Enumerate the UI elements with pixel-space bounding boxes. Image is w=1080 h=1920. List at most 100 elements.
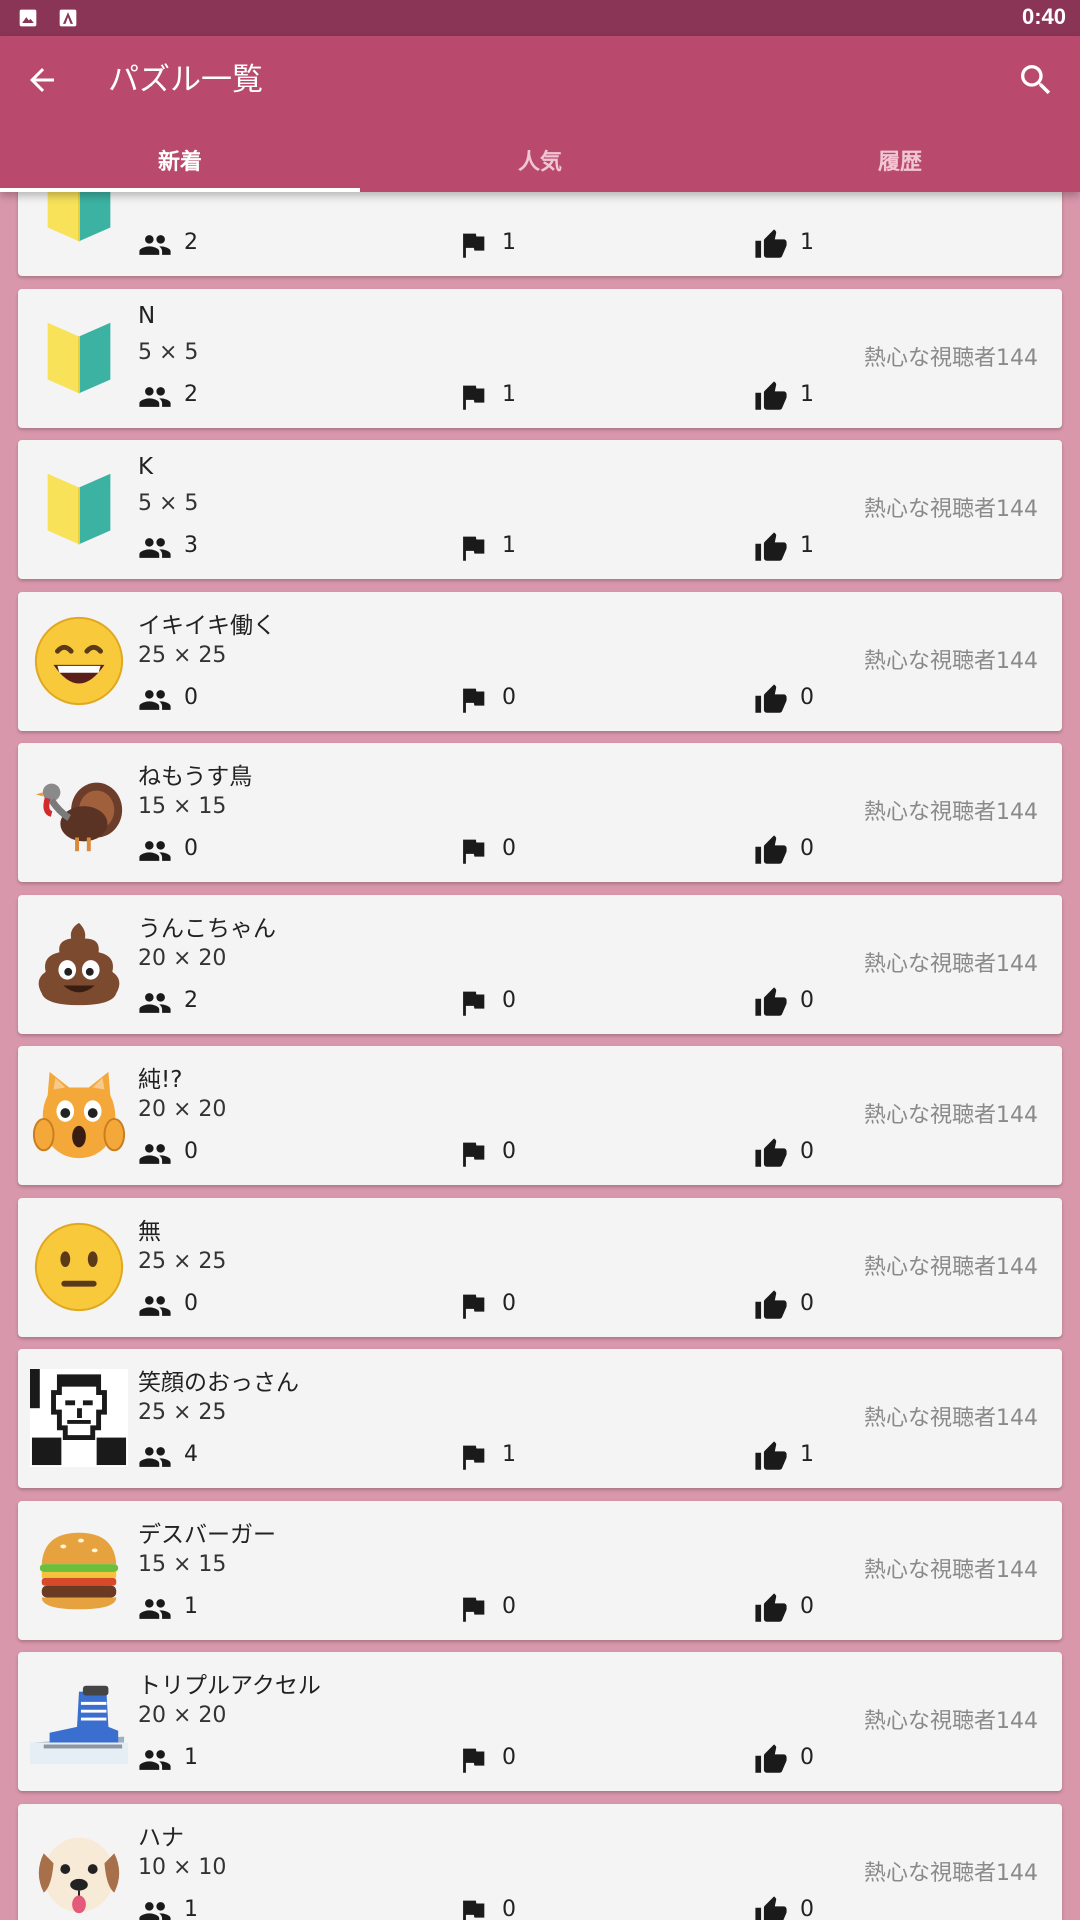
puzzle-card[interactable]: イキイキ働く 25 × 25 熱心な視聴者144 0 0 0 — [18, 592, 1062, 731]
tab-history[interactable]: 履歴 — [720, 132, 1080, 192]
likes-count: 0 — [800, 685, 814, 710]
puzzle-card[interactable]: うんこちゃん 20 × 20 熱心な視聴者144 2 0 0 — [18, 895, 1062, 1034]
puzzle-card[interactable]: 純!? 20 × 20 熱心な視聴者144 0 0 0 — [18, 1046, 1062, 1185]
beginner-mark-icon — [30, 460, 128, 558]
people-icon — [139, 1902, 171, 1920]
people-icon — [139, 1144, 171, 1164]
app-bar: パズル一覧 新着 人気 履歴 — [0, 36, 1080, 192]
likes-count: 0 — [800, 1291, 814, 1316]
players-count: 1 — [184, 1897, 198, 1920]
players-count: 1 — [184, 1745, 198, 1770]
puzzle-card[interactable]: ハナ 10 × 10 熱心な視聴者144 1 0 0 — [18, 1804, 1062, 1920]
thumb-up-icon — [755, 1138, 787, 1167]
thumb-up-icon — [755, 1290, 787, 1319]
clears-count: 0 — [502, 1291, 516, 1316]
likes-count: 0 — [800, 836, 814, 861]
image-notification-icon — [19, 9, 37, 27]
puzzle-size: 20 × 20 — [138, 1703, 227, 1728]
thumb-up-icon — [755, 1744, 787, 1773]
puzzle-card[interactable]: 2 1 1 — [18, 192, 1062, 276]
players-count: 2 — [184, 988, 198, 1013]
turkey-icon — [30, 763, 128, 861]
players-count: 0 — [184, 836, 198, 861]
puzzle-size: 15 × 15 — [138, 1552, 227, 1577]
clears-count: 1 — [502, 230, 516, 255]
clears-count: 1 — [502, 1442, 516, 1467]
flag-icon — [463, 1748, 485, 1773]
people-icon — [139, 690, 171, 710]
likes-count: 1 — [800, 1442, 814, 1467]
neutral-face-icon — [30, 1218, 128, 1316]
flag-icon — [463, 1294, 485, 1319]
puzzle-card[interactable]: N 5 × 5 熱心な視聴者144 2 1 1 — [18, 289, 1062, 428]
likes-count: 1 — [800, 230, 814, 255]
search-icon[interactable] — [1016, 60, 1056, 100]
flag-icon — [463, 1142, 485, 1167]
puzzle-title: ねもうす鳥 — [138, 764, 253, 790]
hamburger-icon — [30, 1521, 128, 1619]
tab-bar: 新着 人気 履歴 — [0, 132, 1080, 192]
tab-popular[interactable]: 人気 — [360, 132, 720, 192]
flag-icon — [463, 536, 485, 561]
puzzle-card[interactable]: トリプルアクセル 20 × 20 熱心な視聴者144 1 0 0 — [18, 1652, 1062, 1791]
clears-count: 0 — [502, 1745, 516, 1770]
people-icon — [139, 841, 171, 861]
thumb-up-icon — [755, 1441, 787, 1470]
people-icon — [139, 538, 171, 558]
clears-count: 0 — [502, 1897, 516, 1920]
puzzle-title: イキイキ働く — [138, 613, 276, 639]
puzzle-title: うんこちゃん — [138, 916, 276, 942]
likes-count: 0 — [800, 1139, 814, 1164]
flag-icon — [463, 233, 485, 258]
puzzle-size: 25 × 25 — [138, 1249, 227, 1274]
flag-icon — [463, 839, 485, 864]
clears-count: 0 — [502, 685, 516, 710]
tab-indicator — [0, 188, 360, 192]
players-count: 0 — [184, 1291, 198, 1316]
people-icon — [139, 993, 171, 1013]
people-icon — [139, 387, 171, 407]
app-notification-icon — [59, 9, 77, 27]
beginner-mark-icon — [30, 309, 128, 407]
clears-count: 0 — [502, 836, 516, 861]
puzzle-author: 熱心な視聴者144 — [864, 1103, 1038, 1128]
likes-count: 0 — [800, 1897, 814, 1920]
thumb-up-icon — [755, 835, 787, 864]
players-count: 1 — [184, 1594, 198, 1619]
puzzle-size: 25 × 25 — [138, 1400, 227, 1425]
players-count: 0 — [184, 1139, 198, 1164]
players-count: 3 — [184, 533, 198, 558]
back-arrow-icon[interactable] — [24, 62, 60, 98]
puzzle-card[interactable]: ねもうす鳥 15 × 15 熱心な視聴者144 0 0 0 — [18, 743, 1062, 882]
likes-count: 0 — [800, 1594, 814, 1619]
puzzle-card[interactable]: 無 25 × 25 熱心な視聴者144 0 0 0 — [18, 1198, 1062, 1337]
puzzle-card[interactable]: デスバーガー 15 × 15 熱心な視聴者144 1 0 0 — [18, 1501, 1062, 1640]
puzzle-size: 20 × 20 — [138, 946, 227, 971]
people-icon — [139, 1447, 171, 1467]
flag-icon — [463, 1900, 485, 1920]
flag-icon — [463, 385, 485, 410]
puzzle-size: 10 × 10 — [138, 1855, 227, 1880]
puzzle-title: 純!? — [138, 1067, 183, 1093]
people-icon — [139, 1750, 171, 1770]
players-count: 4 — [184, 1442, 198, 1467]
puzzle-list[interactable]: 2 1 1 N 5 × 5 熱心な視聴者144 2 1 1 K 5 × 5 熱心… — [0, 192, 1080, 1920]
clears-count: 0 — [502, 1594, 516, 1619]
puzzle-author: 熱心な視聴者144 — [864, 649, 1038, 674]
people-icon — [139, 235, 171, 255]
flag-icon — [463, 991, 485, 1016]
tab-new[interactable]: 新着 — [0, 132, 360, 192]
puzzle-card[interactable]: 笑顔のおっさん 25 × 25 熱心な視聴者144 4 1 1 — [18, 1349, 1062, 1488]
puzzle-author: 熱心な視聴者144 — [864, 1255, 1038, 1280]
clears-count: 0 — [502, 1139, 516, 1164]
puzzle-card[interactable]: K 5 × 5 熱心な視聴者144 3 1 1 — [18, 440, 1062, 579]
flag-icon — [463, 688, 485, 713]
thumb-up-icon — [755, 987, 787, 1016]
poop-icon — [30, 915, 128, 1013]
clears-count: 0 — [502, 988, 516, 1013]
puzzle-author: 熱心な視聴者144 — [864, 1558, 1038, 1583]
puzzle-size: 5 × 5 — [138, 340, 199, 365]
puzzle-author: 熱心な視聴者144 — [864, 1709, 1038, 1734]
puzzle-author: 熱心な視聴者144 — [864, 1861, 1038, 1886]
players-count: 2 — [184, 230, 198, 255]
